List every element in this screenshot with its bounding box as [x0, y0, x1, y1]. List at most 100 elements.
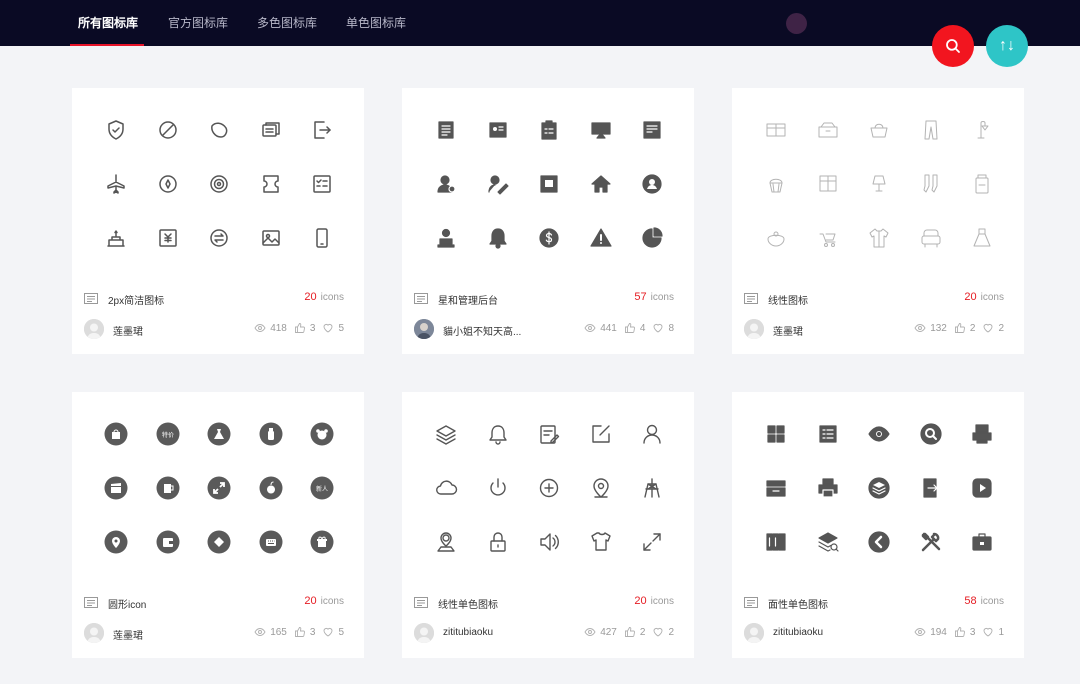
note-edit-icon [529, 414, 569, 454]
library-title[interactable]: 2px简洁图标 [108, 292, 164, 307]
bear-icon [302, 414, 342, 454]
icon-count: 20 icons [964, 291, 1004, 303]
eye-icon [584, 628, 596, 636]
card-author-row: zititubiaoku 194 3 1 [744, 623, 1004, 643]
user-circle-icon [632, 164, 672, 204]
lamp-icon [962, 110, 1002, 150]
avatar[interactable] [414, 319, 434, 339]
icon-library-card[interactable]: 2px简洁图标 20 icons 莲墨珺 418 3 5 [72, 88, 364, 354]
cup-icon [148, 468, 188, 508]
sofa-icon [911, 218, 951, 258]
author-name[interactable]: 莲墨珺 [773, 323, 803, 338]
play-icon [962, 468, 1002, 508]
map-user-icon [426, 522, 466, 562]
thumbs-up-icon[interactable] [954, 322, 966, 334]
tab-all-libraries[interactable]: 所有图标库 [78, 0, 138, 46]
eye-icon [254, 324, 266, 332]
icon-library-card[interactable]: 星和管理后台 57 icons 貓小姐不知天高... 441 4 8 [402, 88, 694, 354]
card-stats: 427 2 2 [577, 626, 674, 638]
photo-doc-icon [529, 164, 569, 204]
active-tab-underline [70, 44, 144, 46]
table-lamp-icon [859, 164, 899, 204]
avatar[interactable] [744, 623, 764, 643]
author-name[interactable]: zititubiaoku [443, 627, 493, 638]
tab-monochrome-libraries[interactable]: 单色图标库 [346, 0, 406, 46]
grid-icon [756, 414, 796, 454]
eye-icon [914, 628, 926, 636]
avatar[interactable] [744, 319, 764, 339]
icon-library-card[interactable]: 线性图标 20 icons 莲墨珺 132 2 2 [732, 88, 1024, 354]
library-icon [84, 293, 98, 304]
icon-library-card[interactable]: 面性单色图标 58 icons zititubiaoku 194 3 1 [732, 392, 1024, 658]
layers-icon [426, 414, 466, 454]
library-icon [744, 597, 758, 608]
cards-icon [251, 110, 291, 150]
svg-text:新人: 新人 [316, 485, 328, 493]
card-stats: 441 4 8 [577, 322, 674, 334]
like-count: 2 [639, 626, 646, 638]
tower-icon [632, 468, 672, 508]
socks-icon [911, 164, 951, 204]
icon-count-unit: icons [320, 596, 344, 607]
author-name[interactable]: zititubiaoku [773, 627, 823, 638]
favorite-count: 8 [668, 322, 674, 334]
heart-icon[interactable] [652, 626, 664, 638]
cloud-icon [426, 468, 466, 508]
card-author-row: 貓小姐不知天高... 441 4 8 [414, 319, 674, 339]
shield-icon [96, 110, 136, 150]
shirt-icon [859, 218, 899, 258]
icon-library-card[interactable]: 线性单色图标 20 icons zititubiaoku 427 2 2 [402, 392, 694, 658]
lock-icon [478, 522, 518, 562]
avatar[interactable] [414, 623, 434, 643]
avatar[interactable] [84, 623, 104, 643]
dress-icon [962, 218, 1002, 258]
heart-icon[interactable] [982, 322, 994, 334]
heart-icon[interactable] [652, 322, 664, 334]
trousers-icon [911, 110, 951, 150]
heart-icon[interactable] [982, 626, 994, 638]
author-name[interactable]: 貓小姐不知天高... [443, 323, 521, 338]
heart-icon[interactable] [322, 322, 334, 334]
wallet-icon [148, 522, 188, 562]
library-title[interactable]: 线性图标 [768, 292, 808, 307]
ticket-icon [251, 164, 291, 204]
favorite-count: 2 [998, 322, 1004, 334]
gift-icon [302, 522, 342, 562]
author-name[interactable]: 莲墨珺 [113, 627, 143, 642]
library-title[interactable]: 线性单色图标 [438, 596, 498, 611]
card-meta: 2px简洁图标 20 icons [84, 291, 344, 307]
thumbs-up-icon[interactable] [624, 322, 636, 334]
eye-icon [914, 324, 926, 332]
expand-icon [199, 468, 239, 508]
icon-library-card[interactable]: 特价 新人 圆形icon 20 icons 莲墨珺 165 3 5 [72, 392, 364, 658]
favorite-count: 2 [668, 626, 674, 638]
icon-count: 20 icons [304, 291, 344, 303]
card-stats: 194 3 1 [907, 626, 1004, 638]
thumbs-up-icon[interactable] [294, 626, 306, 638]
bottle-icon [251, 414, 291, 454]
avatar[interactable] [84, 319, 104, 339]
speaker-icon [529, 522, 569, 562]
heart-icon[interactable] [322, 626, 334, 638]
library-icon [744, 293, 758, 304]
logout-icon [302, 110, 342, 150]
library-title[interactable]: 圆形icon [108, 596, 146, 611]
thumbs-up-icon[interactable] [294, 322, 306, 334]
tag-icon: 特价 [148, 414, 188, 454]
tab-official-libraries[interactable]: 官方图标库 [168, 0, 228, 46]
search-button[interactable] [932, 25, 974, 67]
sort-button[interactable]: ↑↓ [986, 25, 1028, 67]
library-title[interactable]: 面性单色图标 [768, 596, 828, 611]
author-name[interactable]: 莲墨珺 [113, 323, 143, 338]
library-title[interactable]: 星和管理后台 [438, 292, 498, 307]
bell-icon [478, 414, 518, 454]
dress-icon [199, 414, 239, 454]
card-meta: 面性单色图标 58 icons [744, 595, 1004, 611]
screen-icon [581, 110, 621, 150]
icon-count: 57 icons [634, 291, 674, 303]
cupcake-icon [756, 164, 796, 204]
thumbs-up-icon[interactable] [624, 626, 636, 638]
thumbs-up-icon[interactable] [954, 626, 966, 638]
tab-multicolor-libraries[interactable]: 多色图标库 [257, 0, 317, 46]
icon-count-number: 20 [964, 291, 977, 303]
